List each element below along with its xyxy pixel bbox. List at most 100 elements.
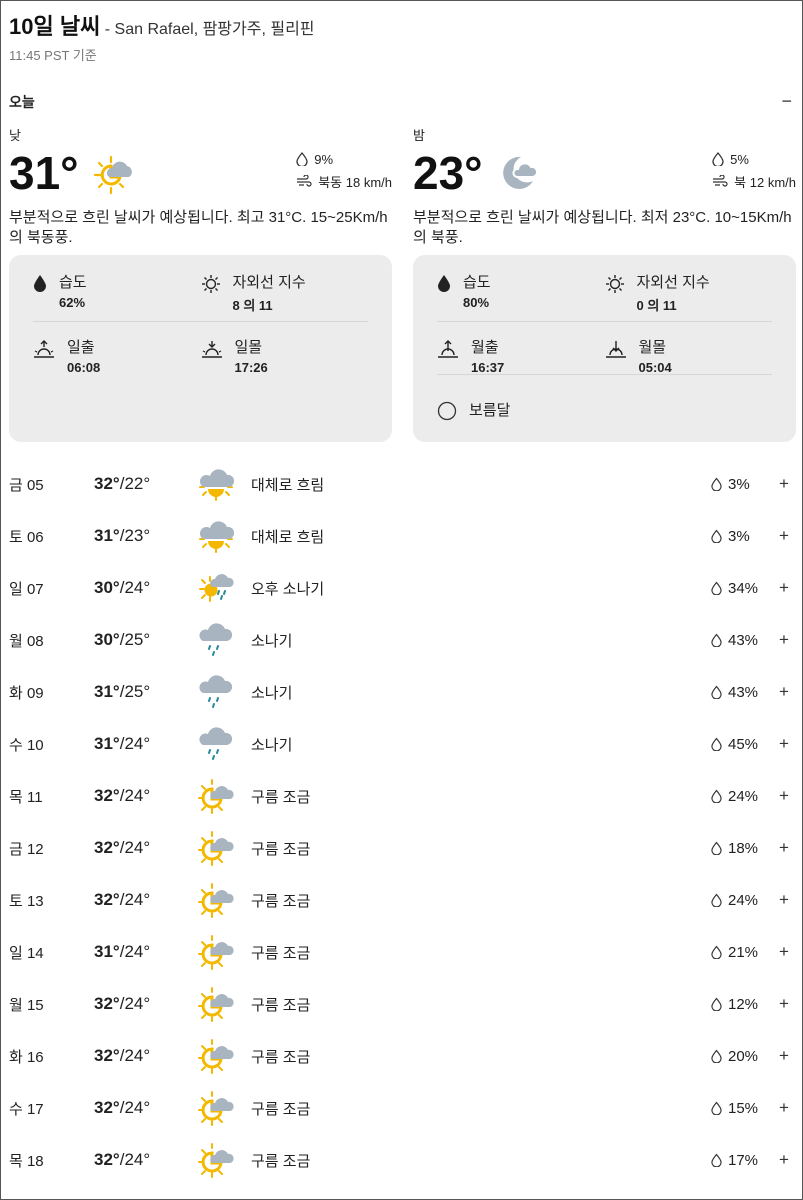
- forecast-low: 24°: [124, 1046, 151, 1065]
- expand-icon[interactable]: +: [779, 614, 789, 666]
- forecast-precip: 43%: [711, 614, 767, 666]
- forecast-row[interactable]: 수 17 32°/24° 구름 조금 15% +: [1, 1082, 803, 1134]
- forecast-date: 수 10: [9, 736, 44, 754]
- forecast-row[interactable]: 일 07 30°/24° 오후 소나기 34% +: [1, 562, 803, 614]
- today-section-header[interactable]: 오늘 −: [9, 91, 792, 112]
- forecast-temps: 32°/24°: [94, 838, 151, 857]
- forecast-high: 31°: [94, 942, 120, 961]
- forecast-precip: 21%: [711, 926, 767, 978]
- day-sunset: 일몰 17:26: [201, 336, 369, 388]
- expand-icon[interactable]: +: [779, 458, 789, 510]
- scattered-showers-icon: [196, 562, 236, 614]
- expand-icon[interactable]: +: [779, 562, 789, 614]
- forecast-temps: 32°/24°: [94, 994, 151, 1013]
- moon-phase-label: 보름달: [469, 401, 511, 419]
- forecast-precip: 3%: [711, 510, 767, 562]
- forecast-description: 구름 조금: [251, 996, 311, 1014]
- rain-icon: [196, 718, 236, 770]
- forecast-low: 24°: [124, 786, 151, 805]
- night-humidity: 습도 80%: [437, 271, 605, 321]
- forecast-temps: 32°/24°: [94, 1098, 151, 1117]
- expand-icon[interactable]: +: [779, 1030, 789, 1082]
- moonrise-label: 월출: [471, 339, 499, 356]
- raindrop-icon: [711, 737, 722, 751]
- night-temp-row: 23° 5% 북 12 km/h: [413, 148, 796, 198]
- forecast-low: 24°: [124, 994, 151, 1013]
- day-temp-row: 31° 9% 북동 18 km/h: [9, 148, 392, 198]
- forecast-description: 대체로 흐림: [251, 528, 325, 546]
- today-night-panel: 밤 23° 5% 북 12 km/h 부분적으로 흐린 날씨가 예상됩니다. 최…: [413, 125, 796, 442]
- raindrop-icon: [711, 477, 722, 491]
- expand-icon[interactable]: +: [779, 510, 789, 562]
- page-title: 10일 날씨 - San Rafael, 팜팡가주, 필리핀: [9, 9, 315, 41]
- partly-sunny-icon: [196, 1030, 236, 1082]
- forecast-date: 토 13: [9, 892, 44, 910]
- forecast-low: 24°: [124, 890, 151, 909]
- forecast-row[interactable]: 토 13 32°/24° 구름 조금 24% +: [1, 874, 803, 926]
- raindrop-icon: [711, 789, 722, 803]
- forecast-description: 구름 조금: [251, 788, 311, 806]
- forecast-temps: 32°/24°: [94, 1046, 151, 1065]
- expand-icon[interactable]: +: [779, 926, 789, 978]
- day-wind: 북동 18 km/h: [296, 170, 392, 192]
- forecast-row[interactable]: 금 05 32°/22° 대체로 흐림 3% +: [1, 458, 803, 510]
- forecast-description: 구름 조금: [251, 1152, 311, 1170]
- uv-value: 0 의 11: [636, 298, 677, 313]
- raindrop-icon: [711, 841, 722, 855]
- forecast-description: 구름 조금: [251, 892, 311, 910]
- raindrop-icon: [711, 1153, 722, 1167]
- humidity-label: 습도: [59, 274, 87, 291]
- forecast-description: 구름 조금: [251, 1100, 311, 1118]
- expand-icon[interactable]: +: [779, 822, 789, 874]
- moonset-label: 월몰: [638, 339, 667, 356]
- forecast-date: 금 12: [9, 840, 44, 858]
- forecast-row[interactable]: 월 08 30°/25° 소나기 43% +: [1, 614, 803, 666]
- forecast-date: 화 09: [9, 684, 44, 702]
- forecast-low: 24°: [124, 1150, 151, 1169]
- night-side-stats: 5% 북 12 km/h: [712, 148, 796, 192]
- expand-icon[interactable]: +: [779, 1134, 789, 1186]
- night-details-row-2: 월출 16:37 월몰 05:04: [413, 322, 796, 375]
- uv-label: 자외선 지수: [232, 274, 306, 291]
- expand-icon[interactable]: +: [779, 718, 789, 770]
- expand-icon[interactable]: +: [779, 874, 789, 926]
- expand-icon[interactable]: +: [779, 978, 789, 1030]
- humidity-icon: [34, 275, 46, 292]
- forecast-high: 32°: [94, 838, 120, 857]
- forecast-description: 소나기: [251, 632, 293, 650]
- expand-icon[interactable]: +: [779, 666, 789, 718]
- humidity-value: 62%: [59, 295, 86, 310]
- raindrop-icon: [711, 529, 722, 543]
- forecast-row[interactable]: 수 10 31°/24° 소나기 45% +: [1, 718, 803, 770]
- forecast-row[interactable]: 월 15 32°/24° 구름 조금 12% +: [1, 978, 803, 1030]
- partly-sunny-icon: [196, 978, 236, 1030]
- expand-icon[interactable]: +: [779, 770, 789, 822]
- forecast-description: 구름 조금: [251, 1048, 311, 1066]
- forecast-low: 24°: [124, 838, 151, 857]
- raindrop-icon: [711, 893, 722, 907]
- expand-icon[interactable]: +: [779, 1082, 789, 1134]
- partly-sunny-icon: [196, 874, 236, 926]
- full-moon-icon: [437, 401, 457, 420]
- forecast-row[interactable]: 목 11 32°/24° 구름 조금 24% +: [1, 770, 803, 822]
- forecast-row[interactable]: 목 18 32°/24° 구름 조금 17% +: [1, 1134, 803, 1186]
- forecast-row[interactable]: 금 12 32°/24° 구름 조금 18% +: [1, 822, 803, 874]
- day-temperature: 31°: [9, 147, 79, 199]
- forecast-precip-value: 24%: [728, 787, 759, 805]
- forecast-row[interactable]: 일 14 31°/24° 구름 조금 21% +: [1, 926, 803, 978]
- forecast-precip-value: 15%: [728, 1099, 759, 1117]
- moonrise-icon: [438, 340, 458, 358]
- raindrop-icon: [711, 997, 722, 1011]
- collapse-icon[interactable]: −: [781, 91, 792, 112]
- forecast-date: 월 15: [9, 996, 44, 1014]
- forecast-precip: 43%: [711, 666, 767, 718]
- night-wind: 북 12 km/h: [712, 170, 796, 192]
- forecast-row[interactable]: 화 16 32°/24° 구름 조금 20% +: [1, 1030, 803, 1082]
- forecast-row[interactable]: 화 09 31°/25° 소나기 43% +: [1, 666, 803, 718]
- forecast-row[interactable]: 토 06 31°/23° 대체로 흐림 3% +: [1, 510, 803, 562]
- forecast-temps: 30°/25°: [94, 630, 151, 649]
- partly-sunny-icon: [196, 926, 236, 978]
- forecast-high: 31°: [94, 734, 120, 753]
- night-precip-value: 5%: [730, 151, 749, 167]
- forecast-high: 32°: [94, 786, 120, 805]
